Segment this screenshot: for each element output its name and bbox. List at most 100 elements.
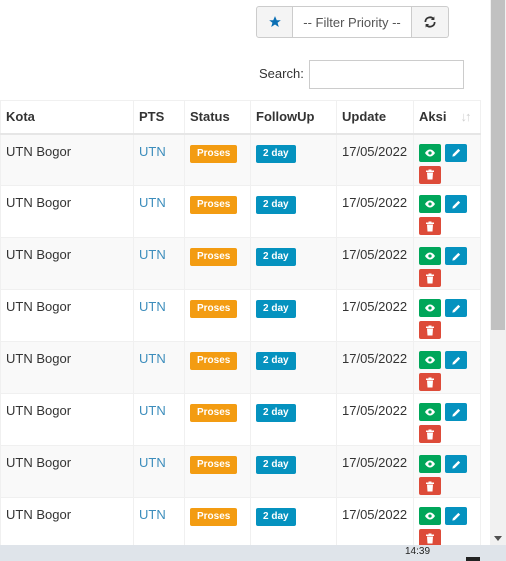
cell-kota: UTN Bogor <box>0 237 134 290</box>
followup-badge: 2 day <box>256 300 296 318</box>
cell-pts: UTN <box>133 445 185 498</box>
cell-status: Proses <box>184 185 251 238</box>
cell-status: Proses <box>184 237 251 290</box>
pts-link[interactable]: UTN <box>139 507 166 522</box>
cell-aksi <box>413 185 481 238</box>
edit-button[interactable] <box>445 247 467 265</box>
view-button[interactable] <box>419 143 441 162</box>
cell-aksi <box>413 133 481 186</box>
status-badge: Proses <box>190 144 238 163</box>
cell-followup: 2 day <box>250 341 337 394</box>
data-table: Kota PTS Status FollowUp Update Aksi ↓↑ U… <box>0 100 481 545</box>
view-button[interactable] <box>419 195 441 213</box>
cell-update: 17/05/2022 <box>336 497 414 545</box>
eye-icon <box>424 407 436 417</box>
delete-button[interactable] <box>419 269 441 287</box>
trash-icon <box>425 377 435 388</box>
table-row: UTN Bogor UTN Proses 2 day 17/05/2022 <box>0 497 481 545</box>
pts-link[interactable]: UTN <box>139 403 166 418</box>
delete-button[interactable] <box>419 217 441 235</box>
cell-kota: UTN Bogor <box>0 133 134 186</box>
pencil-icon <box>451 407 462 418</box>
pencil-icon <box>451 199 462 210</box>
eye-icon <box>424 148 436 158</box>
delete-button[interactable] <box>419 373 441 391</box>
trash-icon <box>425 429 435 440</box>
cell-aksi <box>413 341 481 394</box>
table-row: UTN Bogor UTN Proses 2 day 17/05/2022 <box>0 289 481 342</box>
pencil-icon <box>451 355 462 366</box>
pts-link[interactable]: UTN <box>139 351 166 366</box>
edit-button[interactable] <box>445 195 467 213</box>
view-button[interactable] <box>419 403 441 421</box>
cell-aksi <box>413 237 481 290</box>
pts-link[interactable]: UTN <box>139 195 166 210</box>
scroll-down-arrow-icon[interactable] <box>494 536 502 541</box>
trash-icon <box>425 533 435 544</box>
delete-button[interactable] <box>419 477 441 495</box>
delete-button[interactable] <box>419 321 441 339</box>
pts-link[interactable]: UTN <box>139 455 166 470</box>
scrollbar-thumb[interactable] <box>491 0 505 330</box>
trash-icon <box>425 481 435 492</box>
edit-button[interactable] <box>445 143 467 162</box>
cell-update: 17/05/2022 <box>336 341 414 394</box>
cell-pts: UTN <box>133 133 185 186</box>
cell-status: Proses <box>184 445 251 498</box>
followup-badge: 2 day <box>256 196 296 214</box>
status-badge: Proses <box>190 248 238 266</box>
pencil-icon <box>451 251 462 262</box>
column-header-followup[interactable]: FollowUp <box>250 100 337 135</box>
column-header-update[interactable]: Update <box>336 100 414 135</box>
search-input[interactable] <box>309 60 464 89</box>
edit-button[interactable] <box>445 299 467 317</box>
cell-update: 17/05/2022 <box>336 393 414 446</box>
eye-icon <box>424 303 436 313</box>
cell-followup: 2 day <box>250 445 337 498</box>
table-row: UTN Bogor UTN Proses 2 day 17/05/2022 <box>0 185 481 238</box>
edit-button[interactable] <box>445 351 467 369</box>
refresh-button[interactable] <box>412 6 449 38</box>
action-buttons <box>419 247 471 287</box>
delete-button[interactable] <box>419 529 441 545</box>
cell-aksi <box>413 497 481 545</box>
filter-priority-group: -- Filter Priority -- <box>256 6 449 38</box>
column-header-status[interactable]: Status <box>184 100 251 135</box>
pencil-icon <box>451 511 462 522</box>
column-header-kota[interactable]: Kota <box>0 100 134 135</box>
column-header-aksi[interactable]: Aksi ↓↑ <box>413 100 481 135</box>
status-badge: Proses <box>190 508 238 526</box>
notification-icon[interactable] <box>466 557 480 561</box>
view-button[interactable] <box>419 455 441 473</box>
cell-kota: UTN Bogor <box>0 497 134 545</box>
table-row: UTN Bogor UTN Proses 2 day 17/05/2022 <box>0 445 481 498</box>
status-badge: Proses <box>190 404 238 422</box>
view-button[interactable] <box>419 299 441 317</box>
view-button[interactable] <box>419 507 441 525</box>
sort-icon[interactable]: ↓↑ <box>460 109 471 124</box>
edit-button[interactable] <box>445 455 467 473</box>
eye-icon <box>424 355 436 365</box>
taskbar-clock: 14:39 <box>405 546 431 557</box>
edit-button[interactable] <box>445 403 467 421</box>
view-button[interactable] <box>419 351 441 369</box>
pts-link[interactable]: UTN <box>139 299 166 314</box>
star-button[interactable] <box>256 6 293 38</box>
trash-icon <box>425 325 435 336</box>
cell-followup: 2 day <box>250 185 337 238</box>
pts-link[interactable]: UTN <box>139 247 166 262</box>
vertical-scrollbar[interactable] <box>490 0 506 545</box>
delete-button[interactable] <box>419 425 441 443</box>
refresh-icon <box>424 16 436 28</box>
column-header-pts[interactable]: PTS <box>133 100 185 135</box>
pts-link[interactable]: UTN <box>139 144 166 159</box>
followup-badge: 2 day <box>256 248 296 266</box>
cell-status: Proses <box>184 497 251 545</box>
pencil-icon <box>451 303 462 314</box>
cell-pts: UTN <box>133 393 185 446</box>
filter-priority-select[interactable]: -- Filter Priority -- <box>293 6 412 38</box>
view-button[interactable] <box>419 247 441 265</box>
cell-status: Proses <box>184 341 251 394</box>
edit-button[interactable] <box>445 507 467 525</box>
delete-button[interactable] <box>419 165 441 184</box>
